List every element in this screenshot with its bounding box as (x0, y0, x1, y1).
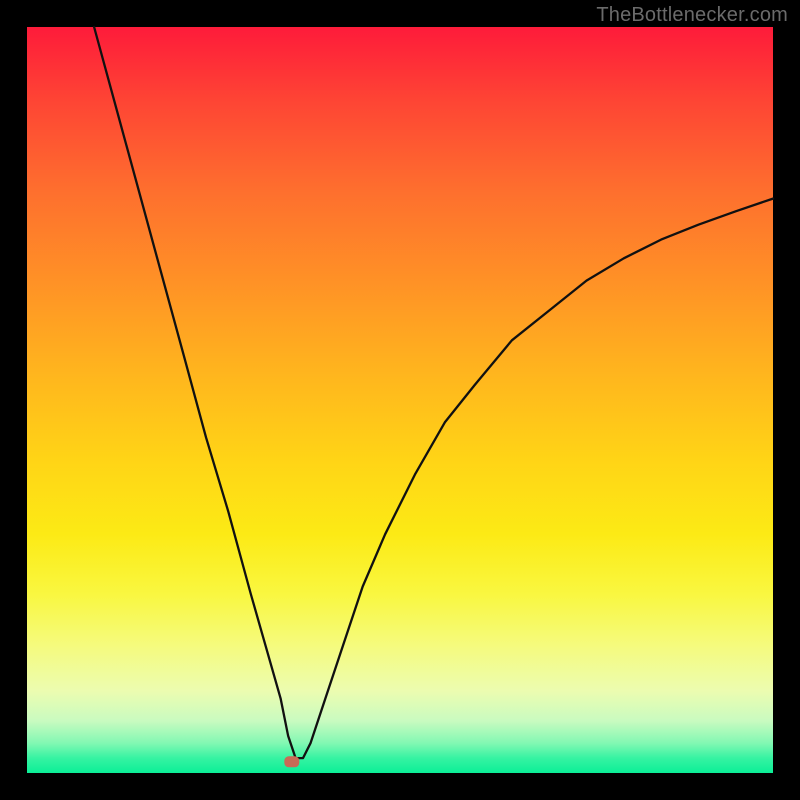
optimum-marker (285, 757, 299, 767)
plot-area (27, 27, 773, 773)
chart-frame: TheBottlenecker.com (0, 0, 800, 800)
watermark-text: TheBottlenecker.com (596, 4, 788, 27)
curve-svg (27, 27, 773, 773)
bottleneck-curve (94, 27, 773, 758)
